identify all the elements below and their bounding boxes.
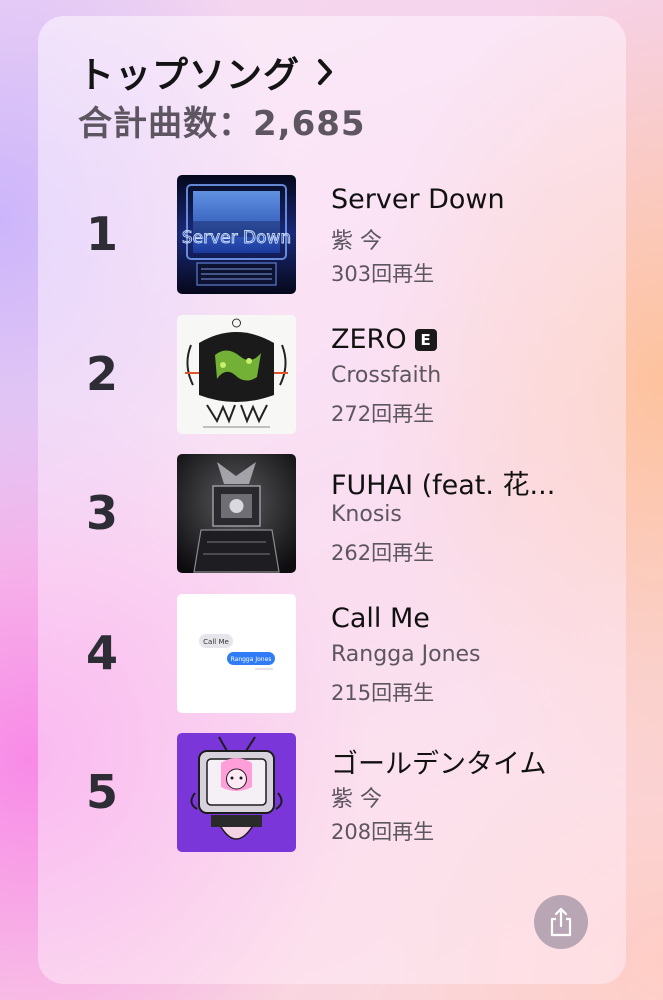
- album-art-golden-time: [177, 733, 296, 852]
- album-art-zero: [177, 315, 296, 434]
- song-row-4[interactable]: 4 Call Me Rangga Jones Call Me Rangga Jo…: [0, 594, 663, 714]
- song-title: Call Me: [331, 603, 430, 634]
- song-artist: Knosis: [331, 502, 402, 527]
- song-artist: Crossfaith: [331, 363, 442, 388]
- song-title: ZERO: [331, 324, 407, 355]
- song-title: ゴールデンタイム: [331, 749, 547, 780]
- song-row-1[interactable]: 1 Server Down Server Down 紫 今 303回再生: [0, 175, 663, 295]
- song-artist: Rangga Jones: [331, 642, 481, 667]
- song-title: FUHAI (feat. 花...: [331, 470, 556, 501]
- song-play-count: 208回再生: [331, 820, 435, 844]
- song-row-3[interactable]: 3 FUHAI (feat. 花... Knosis 262回再生: [0, 454, 663, 574]
- song-rank: 4: [85, 626, 118, 680]
- album-art-server-down: Server Down: [177, 175, 296, 294]
- svg-text:Call Me: Call Me: [203, 638, 229, 646]
- song-title-wrap: ZERO E: [331, 324, 437, 355]
- share-button[interactable]: [534, 895, 588, 949]
- song-rank: 3: [85, 486, 118, 540]
- song-rank: 1: [85, 207, 118, 261]
- song-title: Server Down: [331, 184, 505, 215]
- svg-text:Server Down: Server Down: [182, 228, 291, 248]
- song-artist: 紫 今: [331, 229, 382, 254]
- song-rank: 5: [85, 765, 118, 819]
- song-artist: 紫 今: [331, 787, 382, 812]
- total-songs-count: 合計曲数：2,685: [78, 104, 366, 144]
- song-row-2[interactable]: 2 ZERO E Crossfaith 272回再生: [0, 315, 663, 435]
- song-play-count: 272回再生: [331, 402, 435, 426]
- chevron-right-icon: [316, 57, 334, 87]
- share-icon: [550, 907, 572, 937]
- top-songs-header[interactable]: トップソング: [78, 46, 334, 98]
- song-rank: 2: [85, 347, 118, 401]
- song-row-5[interactable]: 5 ゴールデンタイム 紫 今 208回再生: [0, 733, 663, 853]
- explicit-badge: E: [414, 328, 437, 351]
- song-play-count: 303回再生: [331, 262, 435, 286]
- svg-text:Rangga Jones: Rangga Jones: [231, 656, 272, 663]
- song-play-count: 215回再生: [331, 681, 435, 705]
- top-songs-title: トップソング: [78, 55, 301, 96]
- album-art-fuhai: [177, 454, 296, 573]
- album-art-call-me: Call Me Rangga Jones: [177, 594, 296, 713]
- song-play-count: 262回再生: [331, 541, 435, 565]
